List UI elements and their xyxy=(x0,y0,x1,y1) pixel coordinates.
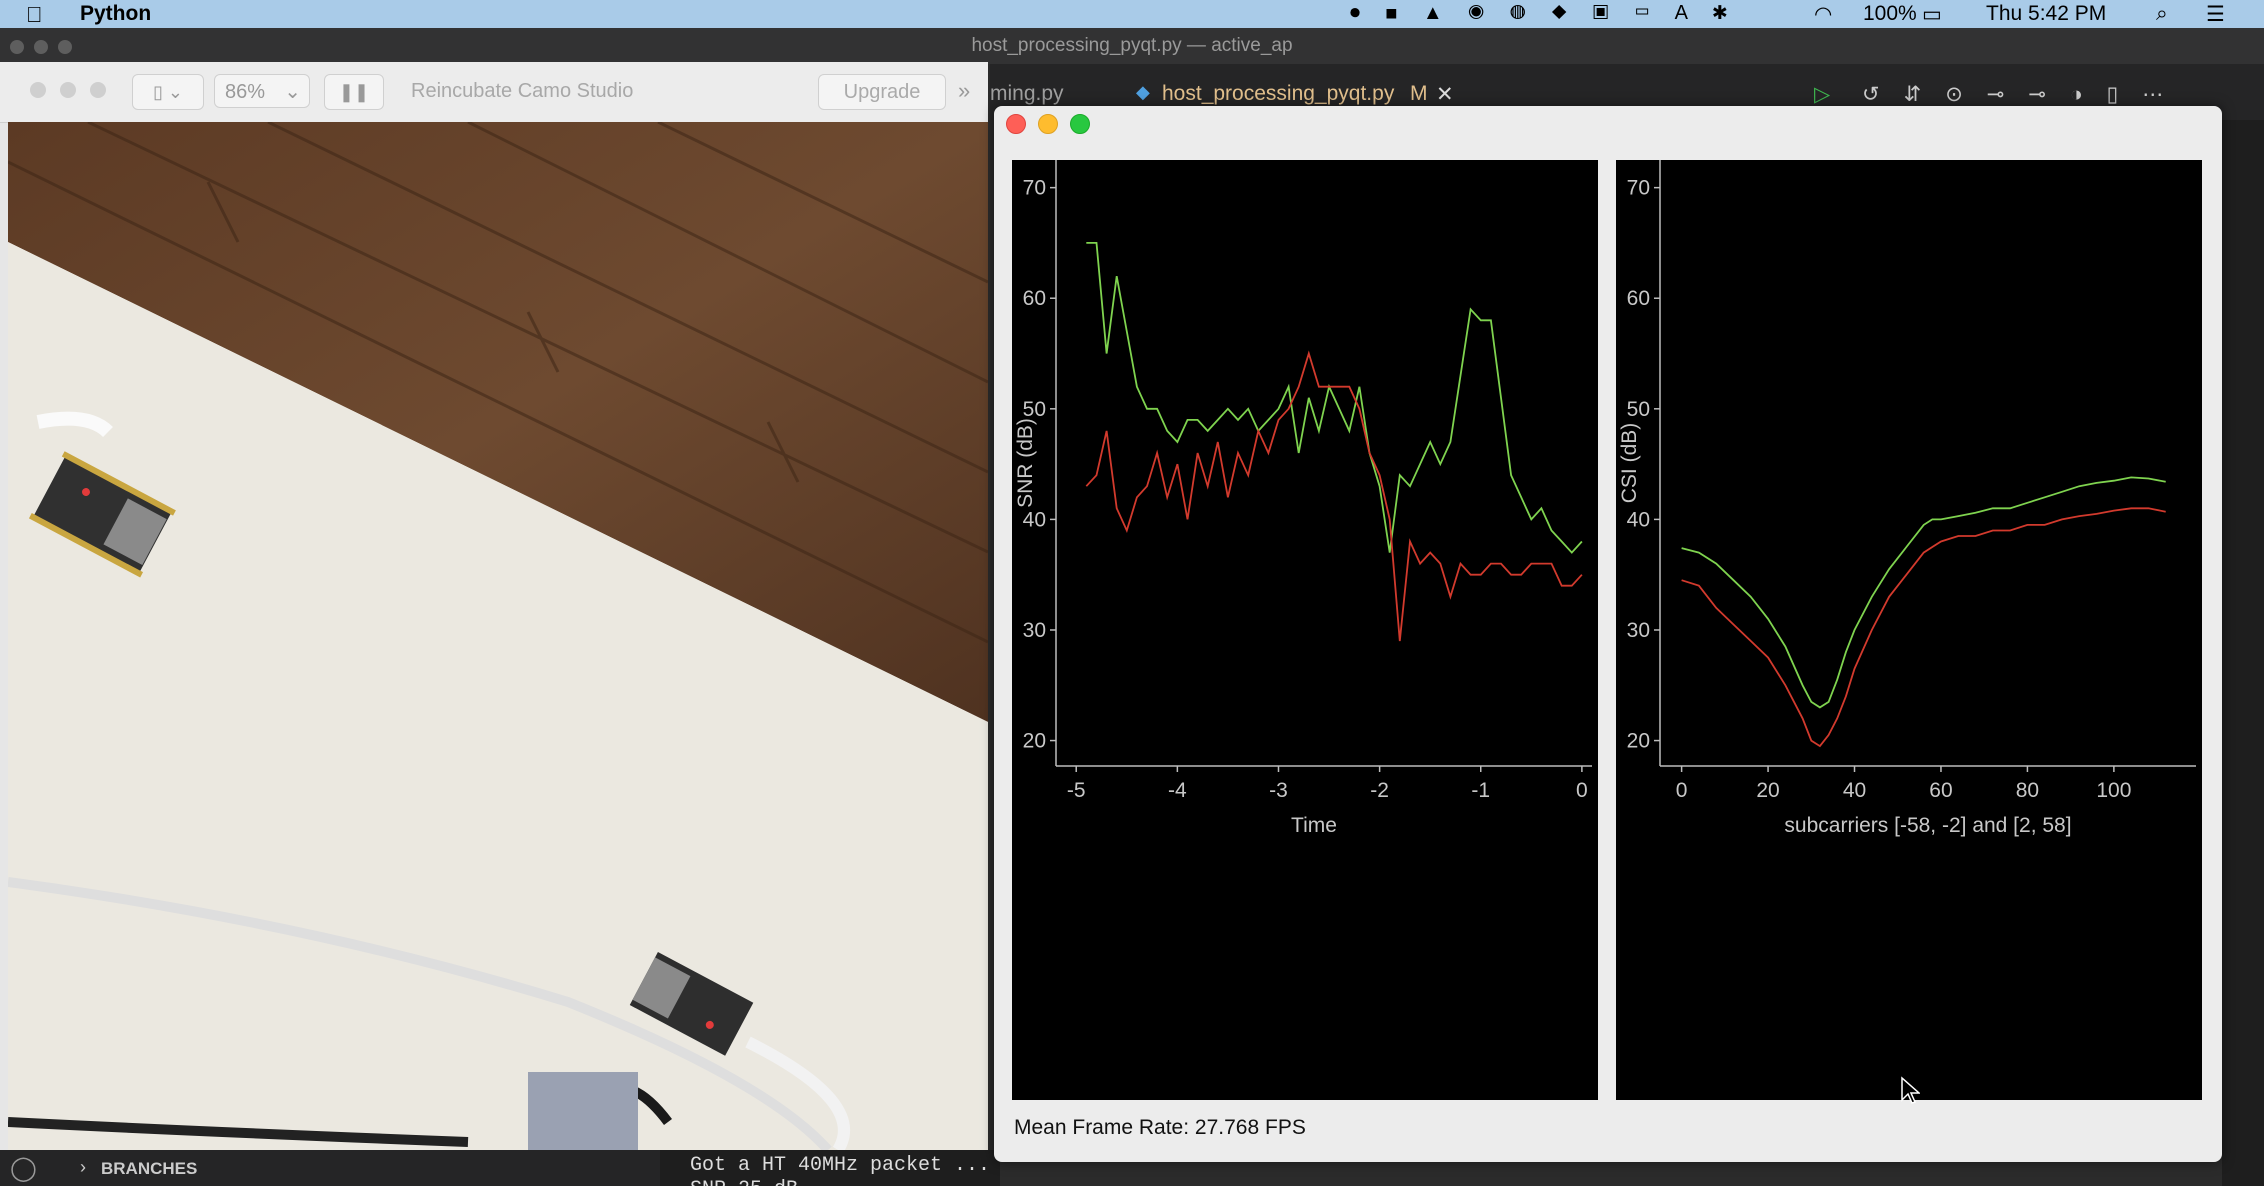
camo-close-light[interactable] xyxy=(30,82,46,98)
csi-x-tick-label: 40 xyxy=(1843,779,1866,802)
snr-x-tick-label: 0 xyxy=(1576,779,1588,802)
vscode-close-light[interactable] xyxy=(10,40,24,54)
clock[interactable]: Thu 5:42 PM xyxy=(1986,2,2106,26)
terminal-line-2: SNR 25 dB xyxy=(690,1178,798,1186)
plot-window: 20 30 40 50 60 70 -5 -4 -3 -2 -1 0 Time SNR (dB) 20 30… xyxy=(994,106,2222,1162)
csi-x-tick-label: 100 xyxy=(2096,779,2131,802)
upgrade-button[interactable]: Upgrade xyxy=(818,74,946,110)
frame-rate-label: Mean Frame Rate: xyxy=(1014,1116,1190,1139)
wifi-icon[interactable]: ◠ xyxy=(1814,2,1832,27)
chevron-down-icon: ⌄ xyxy=(284,81,301,103)
snr-y-tick-label: 20 xyxy=(1023,730,1046,753)
apple-menu-icon[interactable]:  xyxy=(26,2,43,28)
snr-series-0-line xyxy=(1086,242,1583,554)
close-tab-icon[interactable]: ✕ xyxy=(1436,82,1454,107)
vscode-zoom-light[interactable] xyxy=(58,40,72,54)
snr-x-tick-label: -1 xyxy=(1471,779,1490,802)
vscode-titlebar: host_processing_pyqt.py — active_ap xyxy=(0,28,2264,64)
branches-section-header[interactable]: BRANCHES xyxy=(101,1159,197,1179)
snr-plot[interactable]: 20 30 40 50 60 70 -5 -4 -3 -2 -1 0 Time SNR (dB) xyxy=(1012,160,1598,1100)
csi-x-tick-label: 60 xyxy=(1929,779,1952,802)
camo-title: Reincubate Camo Studio xyxy=(411,80,634,102)
chevron-right-icon: › xyxy=(80,1157,86,1177)
camo-minimize-light[interactable] xyxy=(60,82,76,98)
zoom-select[interactable]: 86% ⌄ xyxy=(214,74,310,108)
status-icons: ⏺ ◼ ▲ ◉ ◍ ◆ ▣ ▭ A ✱ xyxy=(1350,2,1738,24)
mouse-cursor-icon xyxy=(1901,1076,1920,1104)
vscode-minimize-light[interactable] xyxy=(34,40,48,54)
csi-series-1-line xyxy=(1681,507,2166,748)
plot-minimize-light[interactable] xyxy=(1038,114,1058,134)
terminal-line-1: Got a HT 40MHz packet ... xyxy=(690,1154,991,1177)
modified-badge: M xyxy=(1410,82,1428,105)
snr-y-tick-label: 30 xyxy=(1023,619,1046,642)
frame-rate-value: 27.768 FPS xyxy=(1194,1116,1306,1139)
snr-y-tick-label: 50 xyxy=(1023,398,1046,421)
account-icon[interactable]: ◯ xyxy=(10,1154,37,1183)
plot-close-light[interactable] xyxy=(1006,114,1026,134)
csi-plot[interactable]: 20 30 40 50 60 70 0 20 40 60 80 100 subcarriers [-58… xyxy=(1616,160,2202,1100)
run-icon[interactable]: ▷ xyxy=(1814,82,1830,107)
csi-y-tick-label: 20 xyxy=(1627,730,1650,753)
tab-prev[interactable]: ming.py xyxy=(990,82,1064,106)
overflow-chevron-icon[interactable]: » xyxy=(958,78,970,104)
sidebar-toggle-button[interactable]: ▯ ⌄ xyxy=(132,74,204,110)
editor-minimap xyxy=(2222,120,2264,1186)
sidebar-icon: ▯ ⌄ xyxy=(153,82,183,102)
app-name[interactable]: Python xyxy=(80,2,151,26)
python-file-icon: ◆ xyxy=(1136,82,1150,102)
csi-x-axis-label: subcarriers [-58, -2] and [2, 58] xyxy=(1784,814,2071,837)
snr-y-tick-label: 70 xyxy=(1023,177,1046,200)
csi-x-tick-label: 80 xyxy=(2016,779,2039,802)
zoom-value: 86% xyxy=(225,81,266,103)
notification-center-icon[interactable]: ☰ xyxy=(2206,2,2225,27)
menu-bar:  Python ⏺ ◼ ▲ ◉ ◍ ◆ ▣ ▭ A ✱ ◠ 100% ▭ Th… xyxy=(0,0,2264,28)
csi-y-tick-label: 70 xyxy=(1627,177,1650,200)
snr-y-tick-label: 40 xyxy=(1023,508,1046,531)
camo-zoom-light[interactable] xyxy=(90,82,106,98)
snr-x-tick-label: -2 xyxy=(1370,779,1389,802)
csi-x-tick-label: 0 xyxy=(1676,779,1688,802)
csi-y-axis-label: CSI (dB) xyxy=(1618,423,1641,504)
camo-toolbar: ▯ ⌄ 86% ⌄ ❚❚ Reincubate Camo Studio Upgr… xyxy=(0,62,988,123)
csi-y-tick-label: 50 xyxy=(1627,398,1650,421)
snr-x-axis-label: Time xyxy=(1291,814,1337,837)
tab-active[interactable]: host_processing_pyqt.py xyxy=(1162,82,1394,106)
toolbar-icons[interactable]: ↺⇵⊙⊸⊸◑▯⋯ xyxy=(1862,82,2187,107)
vscode-bottom-panel: ◯ › BRANCHES xyxy=(0,1150,690,1186)
pause-button[interactable]: ❚❚ xyxy=(324,74,384,110)
vscode-window-title: host_processing_pyqt.py — active_ap xyxy=(971,35,1293,56)
frame-rate-status: Mean Frame Rate: 27.768 FPS xyxy=(1014,1116,1306,1140)
plot-zoom-light[interactable] xyxy=(1070,114,1090,134)
battery-percent: 100% xyxy=(1863,2,1917,25)
spotlight-search-icon[interactable]: ⌕ xyxy=(2156,2,2168,26)
snr-y-tick-label: 60 xyxy=(1023,287,1046,310)
pause-icon: ❚❚ xyxy=(338,82,370,102)
csi-y-tick-label: 60 xyxy=(1627,287,1650,310)
csi-x-tick-label: 20 xyxy=(1756,779,1779,802)
csi-series-0-line xyxy=(1681,476,2166,709)
snr-x-tick-label: -3 xyxy=(1269,779,1288,802)
battery-icon[interactable]: ▭ xyxy=(1922,2,1942,27)
csi-y-tick-label: 30 xyxy=(1627,619,1650,642)
terminal-panel[interactable]: Got a HT 40MHz packet ... SNR 25 dB xyxy=(660,1150,1000,1186)
snr-x-tick-label: -5 xyxy=(1067,779,1086,802)
camera-video-feed xyxy=(8,122,988,1150)
csi-y-tick-label: 40 xyxy=(1627,508,1650,531)
camera-scene xyxy=(8,122,988,1150)
snr-x-tick-label: -4 xyxy=(1168,779,1187,802)
snr-y-axis-label: SNR (dB) xyxy=(1014,418,1037,508)
